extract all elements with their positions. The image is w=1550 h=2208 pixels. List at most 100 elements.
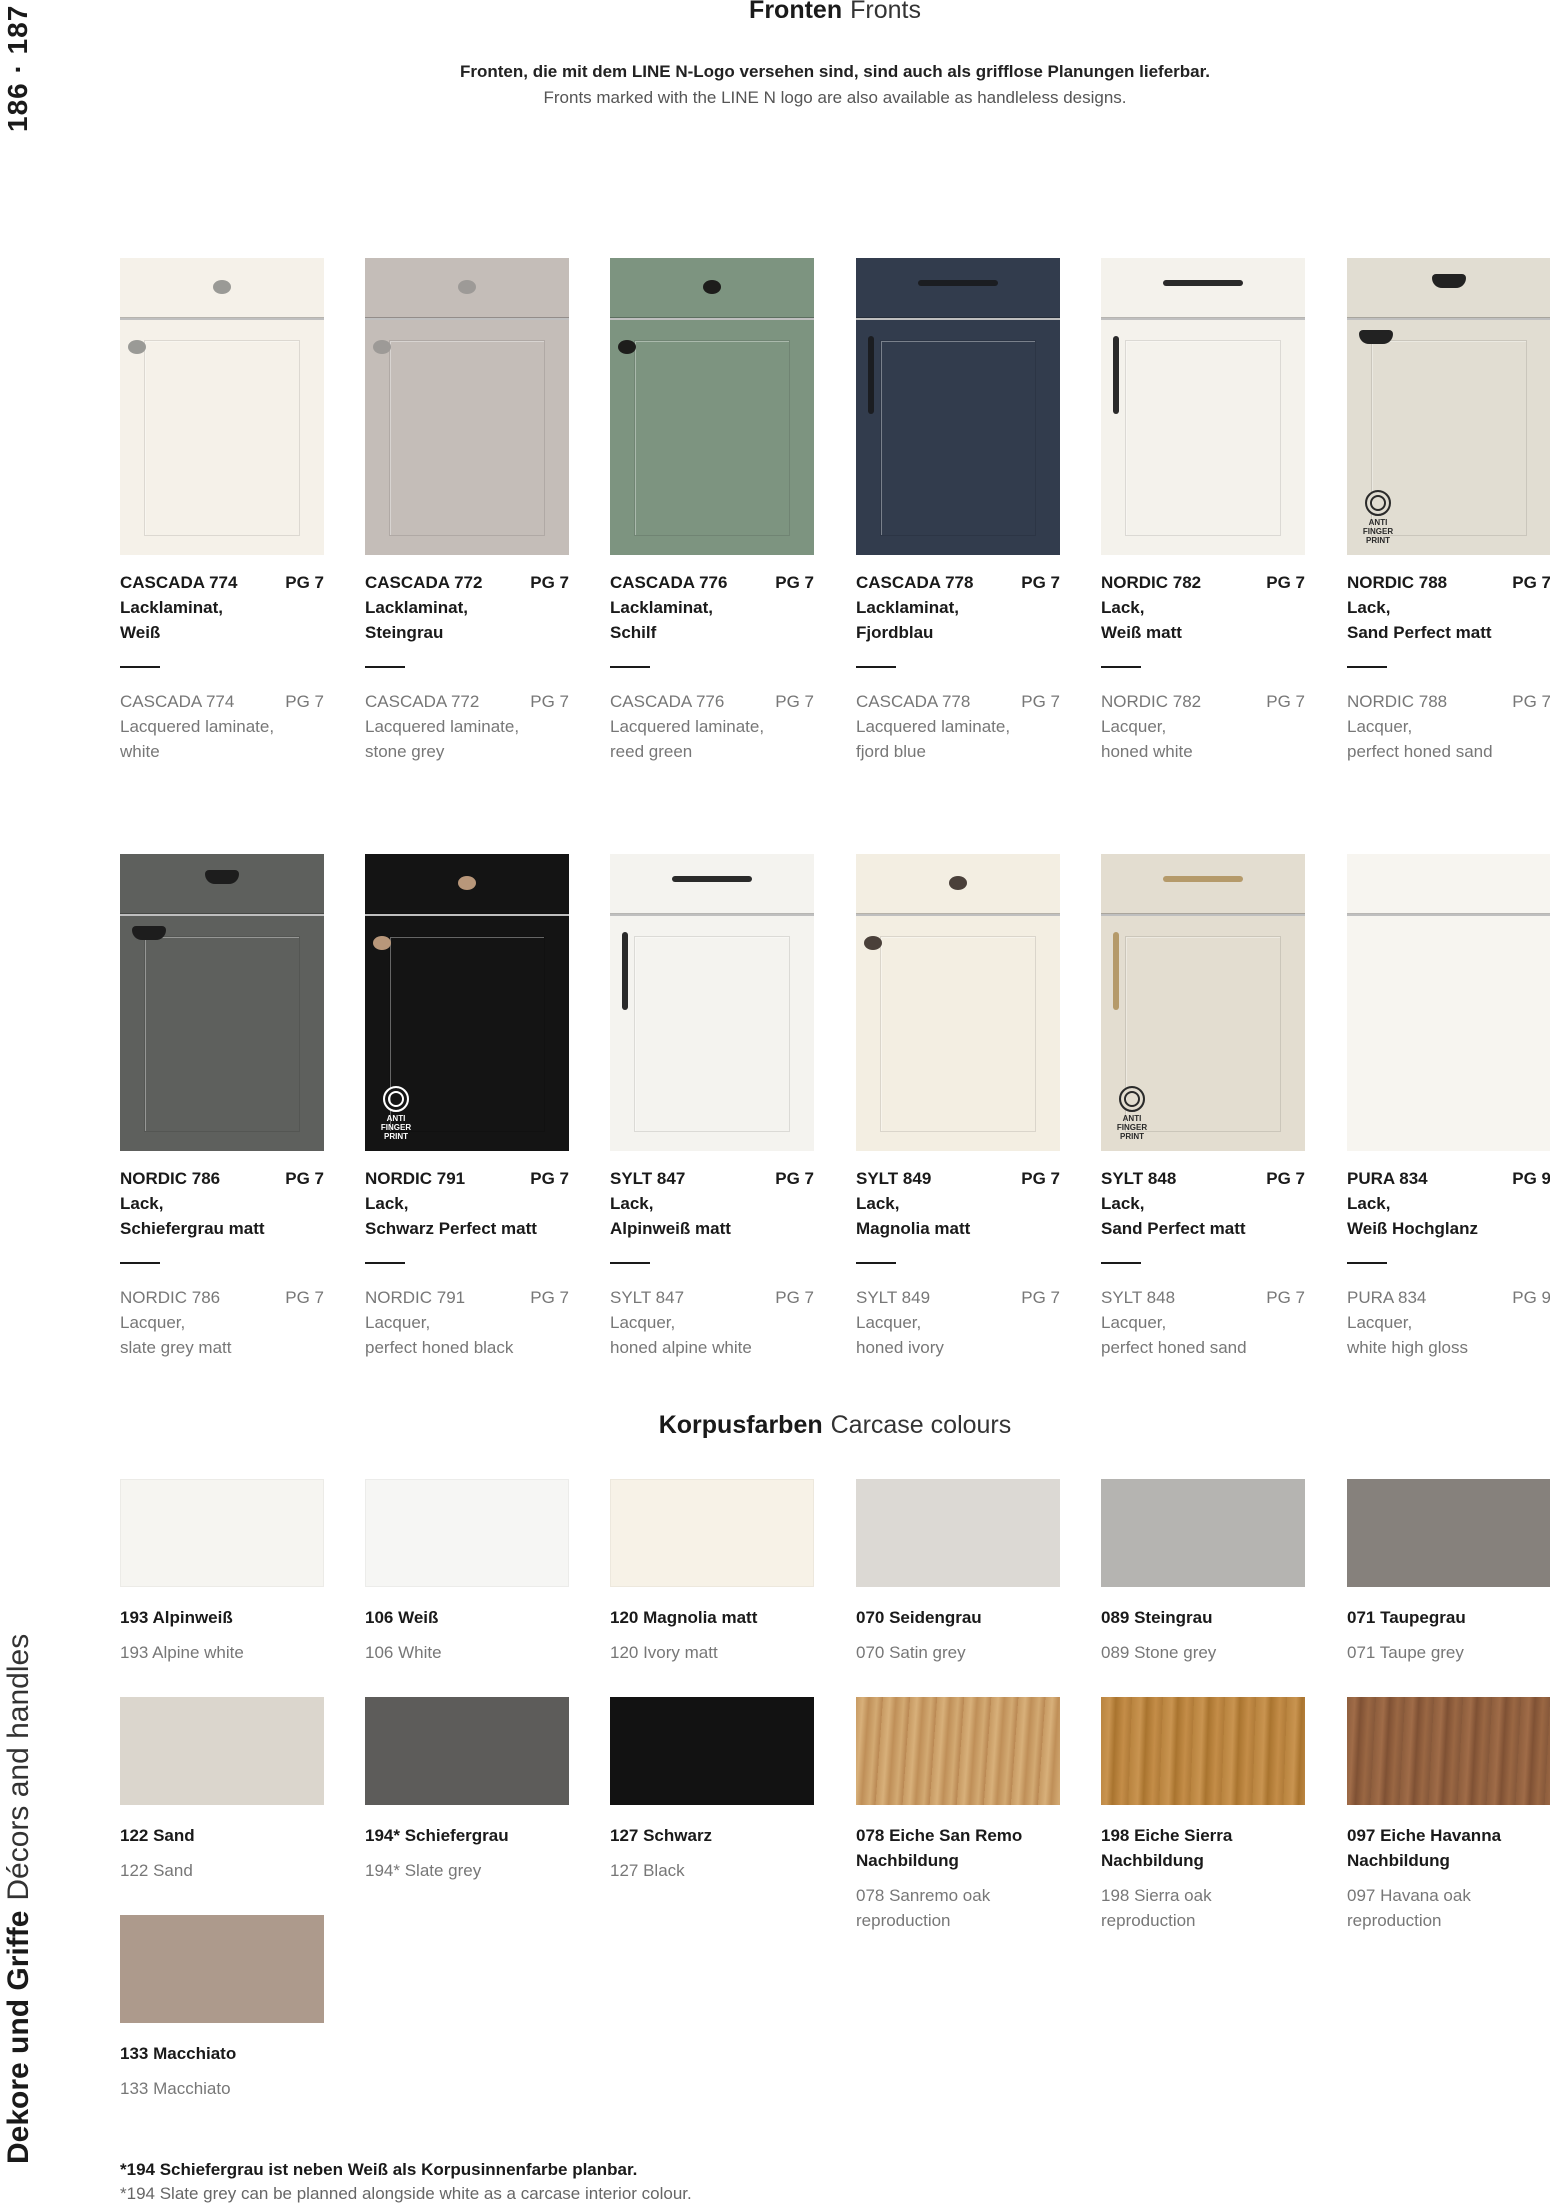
carcase-swatch	[1347, 1697, 1550, 1805]
carcase-name-en: 071 Taupe grey	[1347, 1643, 1464, 1662]
cup-handle	[1359, 330, 1393, 344]
price-group: PG 7	[285, 573, 324, 592]
front-door-image	[365, 258, 569, 555]
separator-line	[120, 666, 160, 668]
front-name-de-text: CASCADA 772	[365, 573, 483, 592]
carcase-swatch	[856, 1697, 1060, 1805]
anti-fingerprint-badge: ANTI FINGER PRINT	[373, 1086, 419, 1141]
carcase-title-de: Korpusfarben	[658, 1411, 823, 1439]
knob-handle	[458, 876, 476, 890]
front-colour-de: Sand Perfect matt	[1101, 1216, 1305, 1241]
separator-line	[1101, 1262, 1141, 1264]
front-name-de: CASCADA 778 PG 7	[856, 570, 1060, 595]
carcase-name-en: 194* Slate grey	[365, 1861, 482, 1880]
carcase-title-en: Carcase colours	[830, 1411, 1012, 1439]
front-colour-de-text: Weiß matt	[1101, 623, 1182, 642]
carcase-swatch	[1101, 1479, 1305, 1587]
front-material-en-text: Lacquer,	[856, 1313, 922, 1332]
bar-handle	[868, 336, 874, 414]
front-name-en-text: PURA 834	[1347, 1288, 1427, 1307]
price-group: PG 7	[1021, 573, 1060, 592]
front-name-de-text: CASCADA 776	[610, 573, 728, 592]
front-door-image: ANTI FINGER PRINT	[1347, 258, 1550, 555]
bar-handle	[672, 876, 752, 882]
knob-handle	[128, 340, 146, 354]
separator-line	[365, 1262, 405, 1264]
front-material-en: Lacquer,	[1101, 714, 1305, 739]
front-name-en: SYLT 848 PG 7	[1101, 1285, 1305, 1310]
front-material-de: Lacklaminat,	[610, 595, 814, 620]
separator-line	[1101, 666, 1141, 668]
price-group: PG 9	[1512, 1169, 1550, 1188]
carcase-swatch	[120, 1697, 324, 1805]
carcase-name-de: 198 Eiche Sierra	[1101, 1826, 1233, 1845]
bar-handle	[622, 932, 628, 1010]
carcase-swatch	[610, 1479, 814, 1587]
front-name-en-text: SYLT 848	[1101, 1288, 1176, 1307]
carcase-name-de: 122 Sand	[120, 1826, 195, 1845]
carcase-name-en: 089 Stone grey	[1101, 1643, 1217, 1662]
front-name-de-text: SYLT 847	[610, 1169, 686, 1188]
front-name-en: CASCADA 778 PG 7	[856, 689, 1060, 714]
front-name-en: NORDIC 788 PG 7	[1347, 689, 1550, 714]
front-material-en-text: Lacquered laminate,	[120, 717, 275, 736]
carcase-swatch	[365, 1479, 569, 1587]
knob-handle	[949, 876, 967, 890]
carcase-name-de-line2: Nachbildung	[1347, 1851, 1450, 1870]
cup-handle	[205, 870, 239, 884]
knob-handle	[213, 280, 231, 294]
front-name-en: SYLT 849 PG 7	[856, 1285, 1060, 1310]
front-material-en: Lacquered laminate,	[120, 714, 324, 739]
front-colour-en: white high gloss	[1347, 1335, 1550, 1360]
front-colour-en-text: white	[120, 742, 160, 761]
front-material-de: Lacklaminat,	[120, 595, 324, 620]
front-name-en-text: SYLT 847	[610, 1288, 685, 1307]
front-door-image	[120, 258, 324, 555]
front-colour-de-text: Schilf	[610, 623, 657, 642]
section-title: Dekore und Griffe Décors and handles	[2, 1634, 36, 2164]
carcase-swatch	[1347, 1479, 1550, 1587]
front-name-en-text: CASCADA 776	[610, 692, 725, 711]
front-name-en-text: NORDIC 782	[1101, 692, 1202, 711]
separator-line	[856, 1262, 896, 1264]
section-title-en: Décors and handles	[2, 1633, 35, 1901]
front-door-image	[856, 258, 1060, 555]
front-material-de-text: Lacklaminat,	[120, 598, 223, 617]
front-colour-en-text: reed green	[610, 742, 693, 761]
front-colour-en: perfect honed sand	[1347, 739, 1550, 764]
price-group: PG 7	[285, 1169, 324, 1188]
front-name-de-text: CASCADA 774	[120, 573, 238, 592]
anti-fingerprint-label: ANTI FINGER PRINT	[380, 1114, 412, 1141]
price-group: PG 7	[1512, 573, 1550, 592]
bar-handle	[1163, 280, 1243, 286]
front-name-de: CASCADA 772 PG 7	[365, 570, 569, 595]
front-material-en-text: Lacquer,	[120, 1313, 186, 1332]
front-door-image	[1101, 258, 1305, 555]
carcase-name-de: 078 Eiche San Remo	[856, 1826, 1023, 1845]
front-colour-de: Schilf	[610, 620, 814, 645]
front-colour-de-text: Weiß Hochglanz	[1347, 1219, 1478, 1238]
front-colour-de-text: Fjordblau	[856, 623, 934, 642]
price-group: PG 7	[1021, 692, 1060, 711]
carcase-name-de: 120 Magnolia matt	[610, 1608, 758, 1627]
front-name-de-text: NORDIC 791	[365, 1169, 466, 1188]
front-name-en: CASCADA 772 PG 7	[365, 689, 569, 714]
fronts-intro-de: Fronten, die mit dem LINE N-Logo versehe…	[459, 62, 1211, 81]
separator-line	[856, 666, 896, 668]
front-colour-en-text: honed white	[1101, 742, 1193, 761]
front-material-de: Lack,	[1347, 595, 1550, 620]
carcase-name-en: 133 Macchiato	[120, 2079, 231, 2098]
front-material-en-text: Lacquered laminate,	[856, 717, 1011, 736]
price-group: PG 7	[1266, 1288, 1305, 1307]
carcase-name-de: 193 Alpinweiß	[120, 1608, 233, 1627]
front-material-en: Lacquered laminate,	[365, 714, 569, 739]
front-door-image: ANTI FINGER PRINT	[365, 854, 569, 1151]
fronts-heading: Fronten Fronts	[0, 0, 1550, 25]
front-colour-de-text: Sand Perfect matt	[1101, 1219, 1246, 1238]
carcase-name-en: 070 Satin grey	[856, 1643, 966, 1662]
front-name-de-text: NORDIC 788	[1347, 573, 1448, 592]
front-name-de-text: NORDIC 786	[120, 1169, 221, 1188]
front-colour-de: Alpinweiß matt	[610, 1216, 814, 1241]
bar-handle	[1113, 932, 1119, 1010]
front-name-en: NORDIC 786 PG 7	[120, 1285, 324, 1310]
